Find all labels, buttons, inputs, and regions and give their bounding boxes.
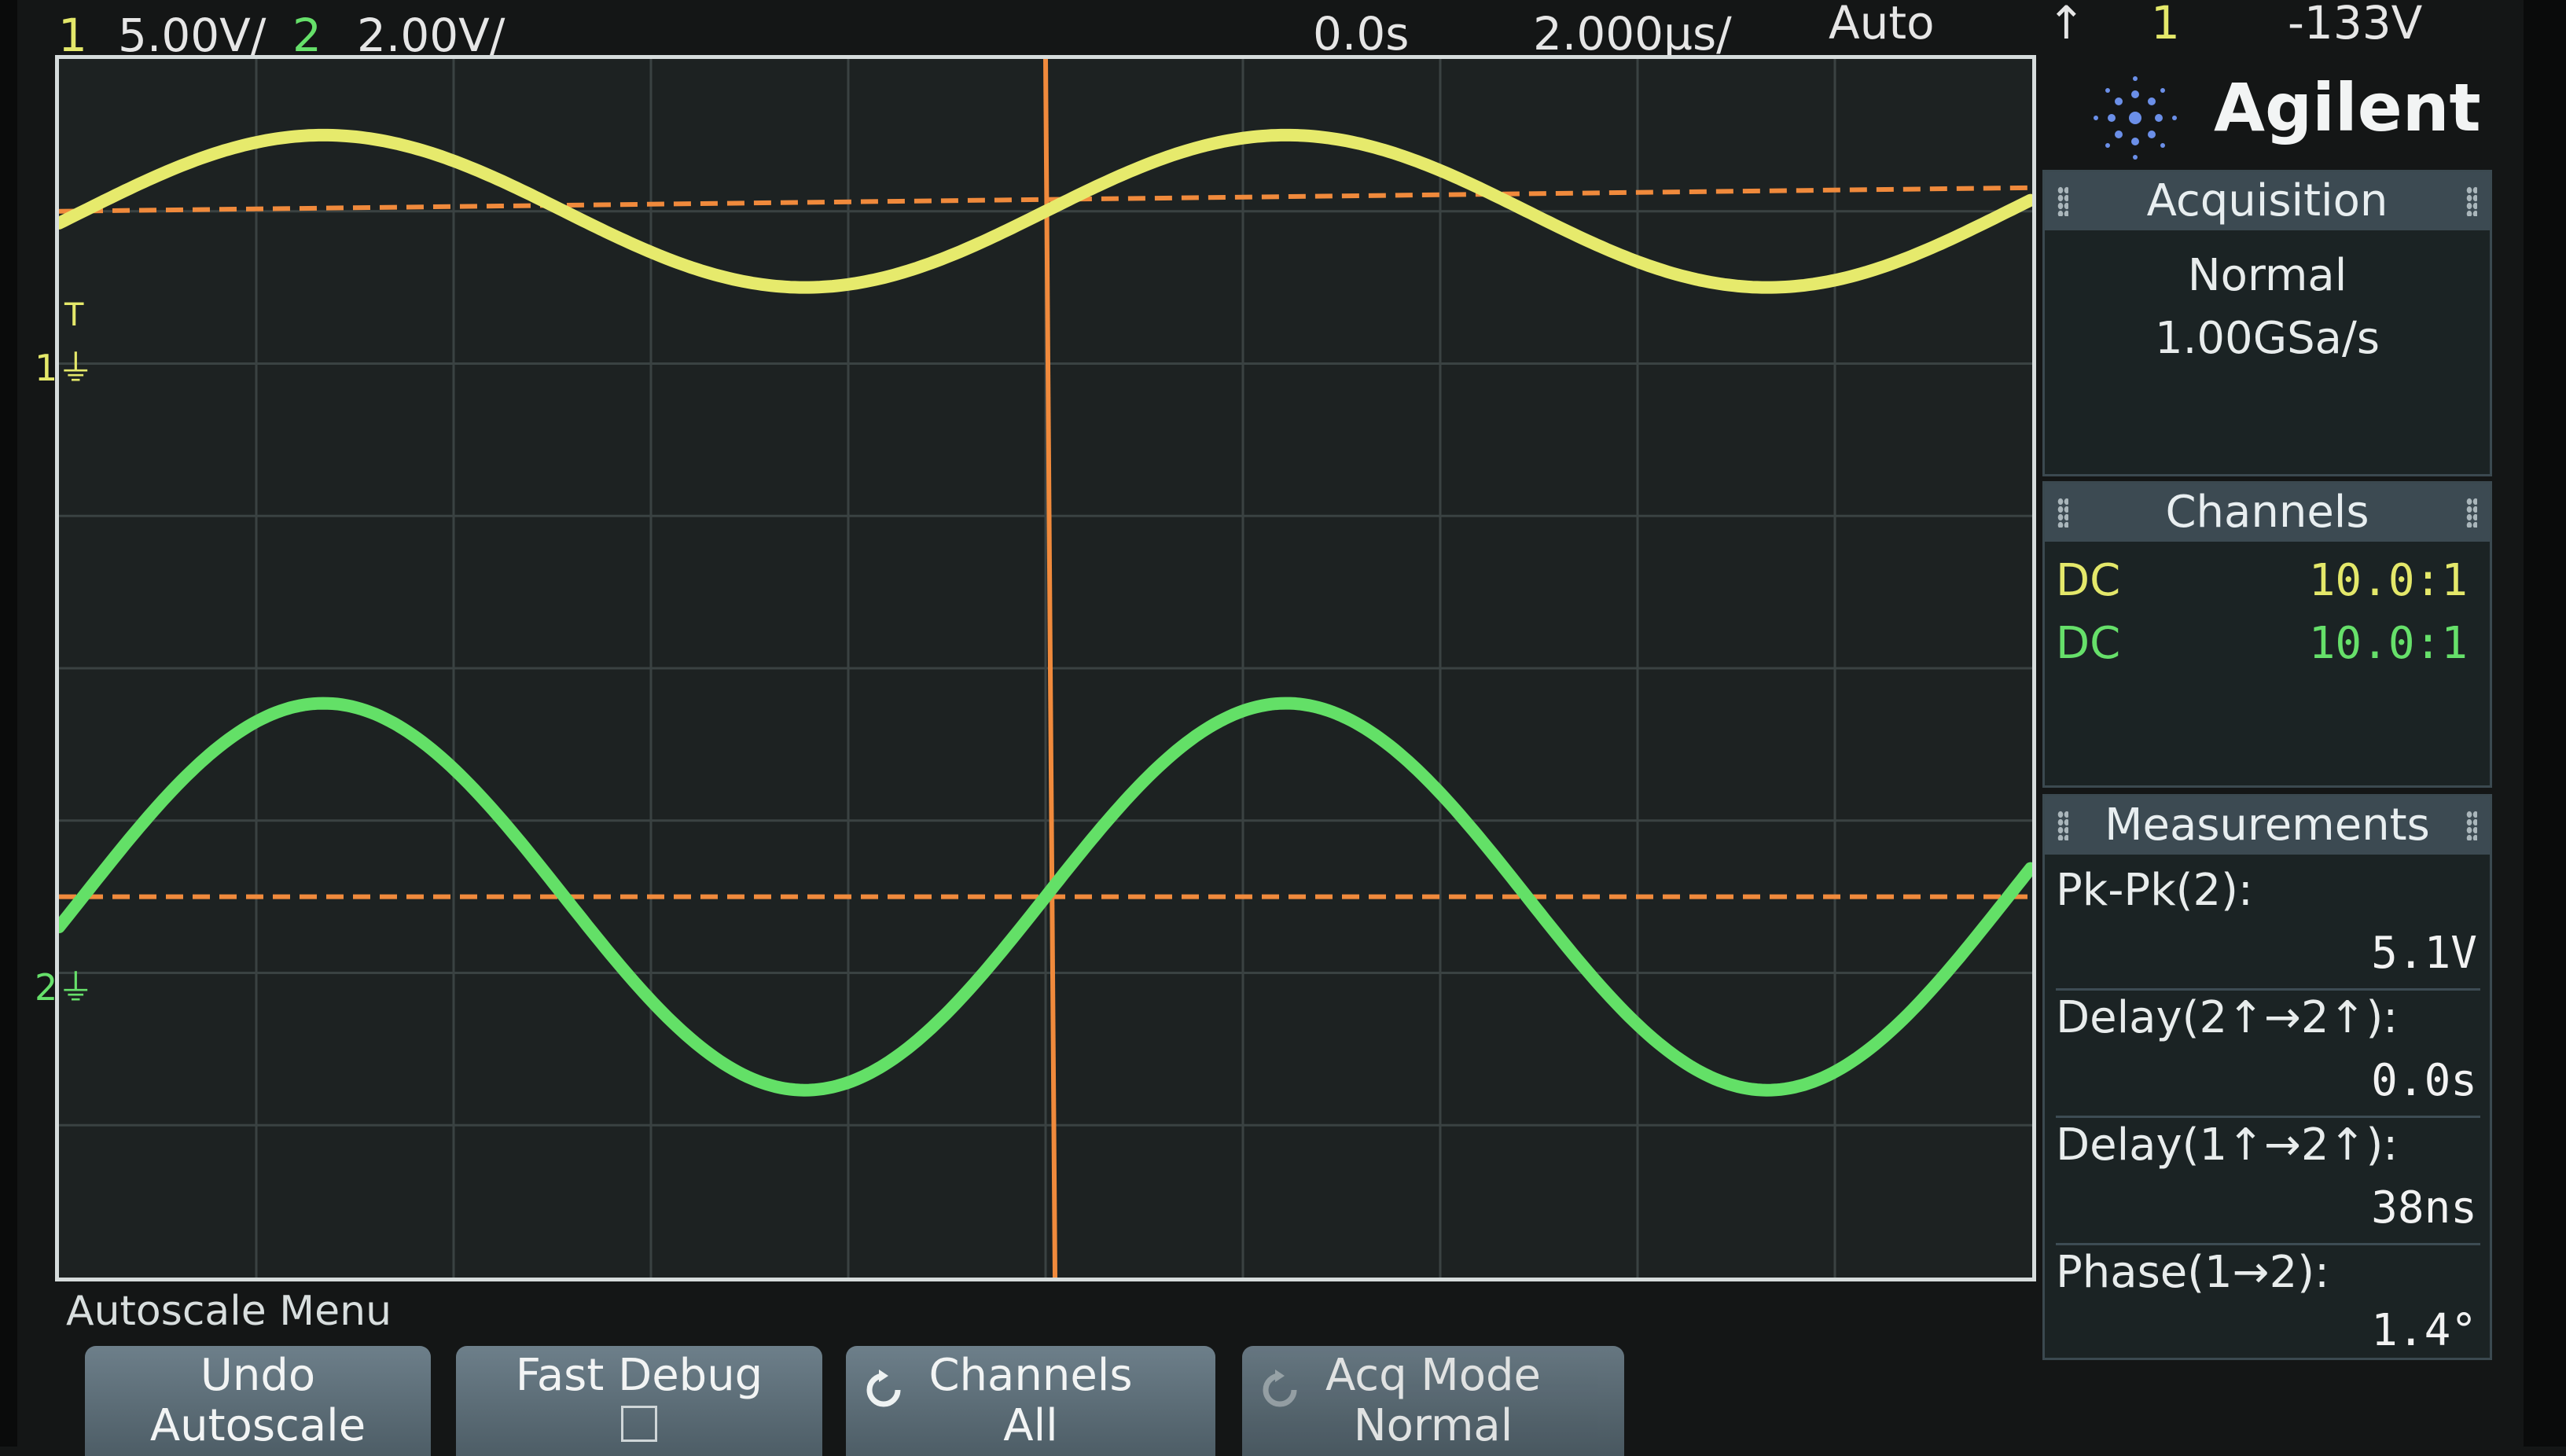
cycle-arrow-icon (1263, 1370, 1297, 1407)
sample-rate: 1.00GSa/s (2155, 313, 2380, 364)
trigger-marker: T (64, 297, 84, 333)
grip-icon (2057, 186, 2068, 216)
fast-debug-checkbox[interactable] (621, 1406, 657, 1442)
ch2-coupling: DC (2056, 618, 2121, 669)
bezel-right (2524, 0, 2566, 1447)
channel-row-1: DC 10.0:1 (2056, 559, 2480, 603)
trigger-edge-icon: ↑ (2047, 0, 2086, 50)
fast-debug-softkey[interactable]: Fast Debug (456, 1346, 822, 1456)
brand-name: Agilent (2214, 69, 2481, 146)
waveform-graticule (59, 59, 2032, 1278)
channels-title: Channels (2045, 483, 2490, 542)
ch1-coupling: DC (2056, 555, 2121, 606)
measurement-divider (2056, 1243, 2480, 1245)
ch1-ground-label: 1 (35, 347, 58, 389)
acquisition-panel[interactable]: Acquisition Normal 1.00GSa/s (2042, 170, 2492, 476)
measurement-value-delay-2-2: 0.0s (2371, 1055, 2477, 1106)
side-panel: Agilent Acquisition Normal 1.00GSa/s Cha… (2042, 55, 2498, 1360)
brand-area: Agilent (2042, 55, 2492, 160)
ch2-ground-label: 2 (35, 966, 58, 1009)
measurement-label-phase: Phase(1→2): (2056, 1247, 2329, 1298)
horizontal-scale[interactable]: 2.000µs/ (1533, 11, 1732, 57)
horizontal-delay[interactable]: 0.0s (1313, 11, 1409, 57)
grip-icon (2466, 186, 2477, 216)
channels-all-softkey[interactable]: Channels All (846, 1346, 1215, 1456)
acq-mode-softkey[interactable]: Acq Mode Normal (1242, 1346, 1624, 1456)
acquisition-title: Acquisition (2045, 172, 2490, 230)
ch1-ground-marker[interactable]: T 1⏚ (35, 297, 94, 392)
measurements-panel[interactable]: Measurements Pk-Pk(2): 5.1V Delay(2↑→2↑)… (2042, 794, 2492, 1360)
measurement-label-delay-1-2: Delay(1↑→2↑): (2056, 1120, 2399, 1171)
ground-icon: ⏚ (57, 966, 94, 1009)
measurement-value-pkpk: 5.1V (2371, 928, 2477, 979)
grip-icon (2466, 498, 2477, 528)
ch2-probe-ratio: 10.0:1 (2308, 618, 2468, 669)
channels-panel[interactable]: Channels DC 10.0:1 DC 10.0:1 (2042, 481, 2492, 788)
trigger-level[interactable]: -133V (2288, 0, 2422, 46)
measurement-value-delay-1-2: 38ns (2371, 1182, 2477, 1234)
measurements-title: Measurements (2045, 796, 2490, 855)
measurement-label-delay-2-2: Delay(2↑→2↑): (2056, 992, 2399, 1043)
ch1-number[interactable]: 1 (58, 13, 87, 58)
grip-icon (2466, 811, 2477, 840)
waveform-display[interactable] (55, 55, 2036, 1281)
cycle-arrow-icon (866, 1370, 901, 1407)
channel-row-2: DC 10.0:1 (2056, 622, 2480, 666)
ch1-scale[interactable]: 5.00V/ (118, 13, 266, 58)
measurement-divider (2056, 988, 2480, 991)
trigger-source[interactable]: 1 (2151, 0, 2180, 46)
autoscale-menu-title: Autoscale Menu (66, 1288, 392, 1335)
ch1-probe-ratio: 10.0:1 (2308, 555, 2468, 606)
ch2-ground-marker[interactable]: 2⏚ (35, 959, 94, 1011)
undo-autoscale-softkey[interactable]: Undo Autoscale (85, 1346, 431, 1456)
agilent-spark-icon (2094, 76, 2177, 160)
measurement-label-pkpk: Pk-Pk(2): (2056, 865, 2253, 916)
measurement-divider (2056, 1116, 2480, 1118)
bezel-left (0, 0, 17, 1447)
acquisition-mode: Normal (2187, 250, 2347, 301)
ground-icon: ⏚ (57, 347, 94, 389)
grip-icon (2057, 811, 2068, 840)
ch2-scale[interactable]: 2.00V/ (357, 13, 505, 58)
grip-icon (2057, 498, 2068, 528)
measurement-value-phase: 1.4° (2371, 1305, 2477, 1356)
trigger-mode[interactable]: Auto (1829, 0, 1935, 46)
ch2-number[interactable]: 2 (292, 13, 322, 58)
